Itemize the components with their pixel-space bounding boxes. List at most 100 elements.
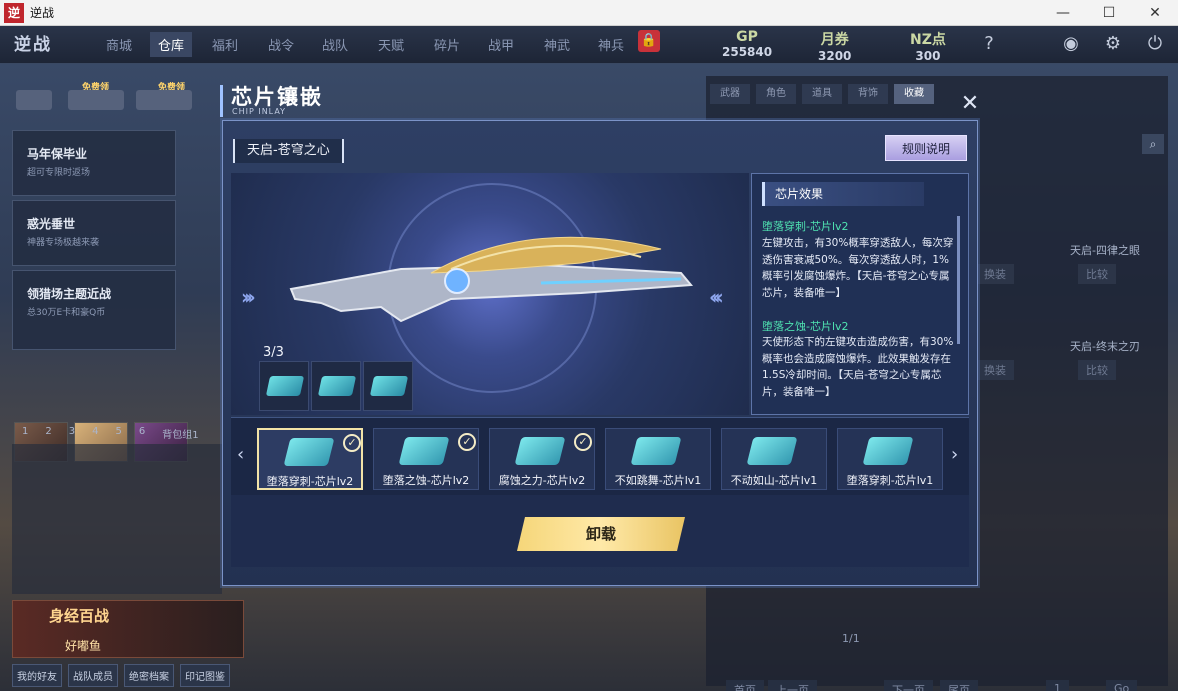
lock-icon[interactable]: 🔒 [638,30,660,52]
minimize-button[interactable]: — [1040,0,1086,26]
nav-tab-godweapon[interactable]: 神兵 [598,35,624,54]
settings-icon[interactable]: ◉ [1060,33,1082,55]
slot-tab[interactable]: 2 [45,426,51,441]
free-weapon-1[interactable] [68,90,124,112]
tab-back[interactable]: 背饰 [848,84,888,104]
compare-button[interactable]: 比较 [1078,360,1116,380]
equip-button[interactable]: 换装 [976,360,1014,380]
banner-title: 身经百战 [49,607,110,625]
go-button[interactable]: Go [1106,680,1138,691]
weapon-display: ››› ‹‹‹ 3/3 [231,173,749,415]
arrow-right-icon: ››› [241,285,256,309]
promo-card[interactable]: 马年保毕业 超可专限时返场 [12,130,176,196]
effect-name: 堕落之蚀-芯片lv2 [762,320,849,333]
power-icon[interactable]: ⏻ [1144,33,1166,55]
app-icon: 逆 [4,2,24,23]
tab-characters[interactable]: 角色 [756,84,796,104]
slot-tab[interactable]: 4 [92,426,98,441]
check-icon: ✓ [343,434,361,452]
nav-tab-fragments[interactable]: 碎片 [434,35,460,54]
promo-card[interactable]: 惑光垂世 神器专场极越来袭 [12,200,176,266]
secret-files-button[interactable]: 绝密档案 [124,664,174,687]
slot-tab[interactable]: 5 [116,426,122,441]
equip-button[interactable]: 换装 [976,264,1014,284]
check-icon: ✓ [458,433,476,451]
tab-favorites[interactable]: 收藏 [894,84,934,104]
currency-gp: GP 255840 [722,29,773,59]
loadout-slots: 1 2 3 4 5 6 背包组1 [22,426,199,441]
team-members-button[interactable]: 战队成员 [68,664,118,687]
slot-tab[interactable]: 1 [22,426,28,441]
equipped-chip-slot[interactable] [363,361,413,411]
nav-tab-battlepass[interactable]: 战令 [268,35,294,54]
chip-item[interactable]: 不动如山-芯片lv1 [721,428,827,490]
item-name: 天启-四律之眼 [1070,244,1140,257]
tab-weapons[interactable]: 武器 [710,84,750,104]
chip-item[interactable]: ✓ 堕落穿刺-芯片lv2 [257,428,363,490]
first-page-button[interactable]: 首页 [726,680,764,691]
page-input[interactable]: 1 [1046,680,1069,691]
weapon-rack [12,444,222,594]
chip-item[interactable]: 堕落穿刺-芯片lv1 [837,428,943,490]
equipped-chip-slot[interactable] [259,361,309,411]
rules-button[interactable]: 规则说明 [885,135,967,161]
chip-effects-panel: 芯片效果 堕落穿刺-芯片lv2 左键攻击，有30%概率穿透敌人，每次穿透伤害衰减… [751,173,969,415]
chevron-right-icon[interactable]: › [951,444,958,465]
help-icon[interactable]: ? [978,33,1000,55]
player-banner: 身经百战 好嘟鱼 [12,600,244,658]
player-name: 好嘟鱼 [65,639,102,653]
mail-button[interactable] [16,90,52,112]
promo-card[interactable]: 领猎场主题近战 总30万E卡和豪Q币 [12,270,176,350]
chip-inlay-dialog: 芯片镶嵌 CHIP INLAY ✕ 天启-苍穹之心 规则说明 ››› ‹‹‹ 3… [220,85,979,586]
search-icon[interactable]: ⌕ [1142,134,1164,154]
gear-icon[interactable]: ⚙ [1102,33,1124,55]
game-logo: 逆战 [14,35,52,55]
maximize-button[interactable]: ☐ [1086,0,1132,26]
top-navigation: 逆战 商城 仓库 福利 战令 战队 天赋 碎片 战甲 神武 神兵 🔒 GP 25… [0,26,1178,64]
compare-button[interactable]: 比较 [1078,264,1116,284]
nav-tab-warehouse[interactable]: 仓库 [150,32,193,57]
chip-list: ‹ ✓ 堕落穿刺-芯片lv2 ✓ 堕落之蚀-芯片lv2 ✓ 腐蚀之力-芯片lv2… [231,417,969,495]
nav-tab-talent[interactable]: 天赋 [378,35,404,54]
title-accent [220,85,223,117]
close-dialog-button[interactable]: ✕ [959,93,981,115]
close-window-button[interactable]: ✕ [1132,0,1178,26]
tab-items[interactable]: 道具 [802,84,842,104]
currency-nz: NZ点 300 [910,32,946,63]
backpack-group-tab[interactable]: 背包组1 [162,426,198,441]
prev-page-button[interactable]: 上一页 [768,680,817,691]
effect-description: 左键攻击，有30%概率穿透敌人，每次穿透伤害衰减50%。每次穿透敌人时，1%概率… [762,237,954,299]
slot-tab[interactable]: 6 [139,426,145,441]
dialog-subtitle: CHIP INLAY [232,107,287,116]
free-weapon-2[interactable] [136,90,192,112]
chip-count: 3/3 [263,345,284,360]
window-title: 逆战 [30,6,55,20]
nav-tab-welfare[interactable]: 福利 [212,35,238,54]
item-name: 天启-终末之刃 [1070,340,1140,353]
mark-gallery-button[interactable]: 印记图鉴 [180,664,230,687]
effect-description: 天使形态下的左键攻击造成伤害，有30%概率也会造成腐蚀爆炸。此效果触发存在1.5… [762,336,954,398]
page-info: 1/1 [842,632,860,645]
arrow-left-icon: ‹‹‹ [709,285,724,309]
chip-item[interactable]: ✓ 腐蚀之力-芯片lv2 [489,428,595,490]
slot-tab[interactable]: 3 [69,426,75,441]
effects-scrollbar[interactable] [957,216,960,344]
unload-button[interactable]: 卸载 [517,517,685,551]
effects-title: 芯片效果 [762,182,924,206]
check-icon: ✓ [574,433,592,451]
nav-tab-divine[interactable]: 神武 [544,35,570,54]
last-page-button[interactable]: 尾页 [940,680,978,691]
weapon-name: 天启-苍穹之心 [233,139,344,163]
nav-tab-team[interactable]: 战队 [322,35,348,54]
chevron-left-icon[interactable]: ‹ [237,444,244,465]
next-page-button[interactable]: 下一页 [884,680,933,691]
chip-item[interactable]: 不如跳舞-芯片lv1 [605,428,711,490]
friends-button[interactable]: 我的好友 [12,664,62,687]
nav-tab-armor[interactable]: 战甲 [488,35,514,54]
nav-tab-shop[interactable]: 商城 [106,35,132,54]
equipped-chip-slot[interactable] [311,361,361,411]
chip-item[interactable]: ✓ 堕落之蚀-芯片lv2 [373,428,479,490]
currency-voucher: 月券 3200 [818,32,852,63]
effect-name: 堕落穿刺-芯片lv2 [762,220,849,233]
weapon-image [289,236,694,323]
